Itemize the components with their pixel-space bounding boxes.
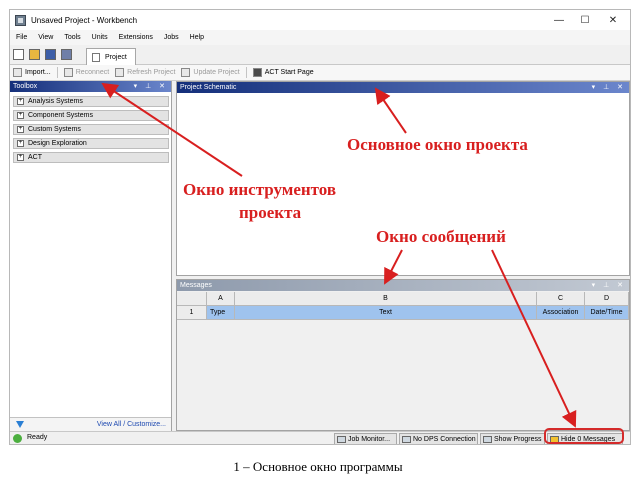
annotation-main-window: Основное окно проекта (347, 135, 528, 154)
arrow-hide-messages (491, 249, 577, 428)
annotation-messages-window: Окно сообщений (376, 227, 506, 246)
annotation-toolbox-line1: Окно инструментов (183, 180, 337, 199)
arrow-main-window (374, 87, 407, 134)
annotation-arrows (101, 82, 577, 428)
figure-caption: 1 – Основное окно программы (233, 459, 403, 474)
annotation-toolbox-line2: проекта (239, 203, 302, 222)
arrow-messages (384, 249, 403, 285)
arrow-toolbox (101, 82, 243, 177)
